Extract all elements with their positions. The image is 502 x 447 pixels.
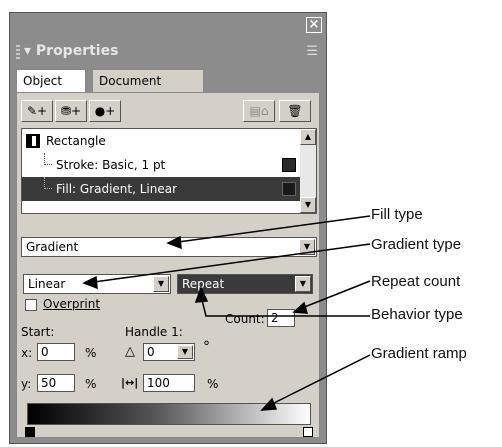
object-tab-content: ✎+ ⛃+ ●+ ▤⌂ 🗑 Rectangle Stroke: Basic, 1… (16, 92, 320, 438)
grip-icon[interactable] (16, 45, 20, 59)
trash-icon[interactable]: 🗑 (279, 100, 311, 122)
degree-label: ° (203, 339, 210, 355)
tab-document[interactable]: Document (92, 69, 204, 93)
properties-panel: × ▾ Properties ☰ Object Document ✎+ ⛃+ ●… (9, 12, 327, 444)
count-label: Count: (225, 312, 265, 326)
behavior-type-value: Repeat (182, 277, 225, 291)
list-item-stroke[interactable]: Stroke: Basic, 1 pt (22, 153, 302, 177)
list-item-label: Fill: Gradient, Linear (56, 182, 178, 196)
gradient-type-value: Linear (28, 277, 66, 291)
handle-label: Handle 1: (125, 325, 183, 339)
panel-title[interactable]: ▾ Properties (24, 43, 118, 59)
list-item-rectangle[interactable]: Rectangle (22, 129, 302, 153)
rectangle-object-icon (26, 134, 40, 148)
add-effect-button[interactable]: ●+ (89, 100, 121, 122)
percent-label: % (207, 377, 219, 391)
start-x-input[interactable]: 0 (37, 343, 75, 361)
percent-label: % (85, 346, 97, 360)
add-stroke-button[interactable]: ✎+ (21, 100, 53, 122)
close-icon[interactable]: × (306, 17, 322, 33)
attribute-toolbar: ✎+ ⛃+ ●+ ▤⌂ 🗑 (21, 100, 317, 122)
list-item-fill[interactable]: Fill: Gradient, Linear (22, 177, 302, 201)
y-label: y: (21, 377, 32, 391)
angle-icon: △ (125, 344, 135, 359)
angle-value: 0 (147, 345, 155, 359)
list-item-label: Rectangle (46, 134, 106, 148)
callout-gradient-ramp: Gradient ramp (371, 345, 467, 362)
add-fill-button[interactable]: ⛃+ (55, 100, 87, 122)
start-y-input[interactable]: 50 (37, 374, 75, 392)
gradient-type-select[interactable]: Linear ▼ (23, 274, 171, 294)
callout-gradient-type: Gradient type (371, 236, 462, 253)
tab-object[interactable]: Object (16, 69, 86, 94)
panel-header: ▾ Properties ☰ (10, 41, 326, 63)
gradient-ramp[interactable] (27, 403, 311, 425)
stroke-color-swatch[interactable] (282, 158, 296, 172)
fill-color-swatch[interactable] (282, 182, 296, 196)
percent-label: % (85, 377, 97, 391)
callout-repeat-count: Repeat count (371, 273, 461, 290)
remove-attribute-button[interactable]: ▤⌂ (243, 100, 275, 122)
length-icon: |↔| (121, 376, 139, 389)
start-label: Start: (21, 325, 55, 339)
scroll-down-icon[interactable]: ▼ (300, 197, 316, 213)
list-scrollbar[interactable]: ▲ ▼ (300, 129, 316, 213)
behavior-type-select[interactable]: Repeat ▼ (177, 274, 313, 294)
chevron-down-icon[interactable]: ▼ (295, 276, 311, 292)
overprint-checkbox[interactable] (25, 299, 37, 311)
chevron-down-icon[interactable]: ▼ (153, 276, 169, 292)
callout-behavior-type: Behavior type (371, 306, 463, 323)
overprint-label: Overprint (43, 297, 101, 311)
fill-type-select[interactable]: Gradient ▼ (21, 237, 317, 257)
x-label: x: (21, 346, 33, 360)
attribute-list: Rectangle Stroke: Basic, 1 pt Fill: Grad… (21, 128, 317, 214)
gradient-stop-white[interactable] (303, 427, 313, 437)
angle-input[interactable]: 0 ▼ (143, 343, 195, 361)
callout-fill-type: Fill type (371, 206, 423, 223)
tree-line (44, 177, 52, 189)
chevron-down-icon[interactable]: ▼ (299, 239, 315, 255)
tab-bar: Object Document (16, 69, 320, 94)
fill-type-value: Gradient (26, 240, 79, 254)
length-input[interactable]: 100 (143, 374, 195, 392)
gradient-stop-black[interactable] (25, 427, 35, 437)
scroll-up-icon[interactable]: ▲ (300, 129, 316, 145)
count-input[interactable]: 2 (267, 309, 295, 327)
tree-line (44, 153, 52, 165)
panel-menu-icon[interactable]: ☰ (306, 44, 318, 59)
list-item-label: Stroke: Basic, 1 pt (56, 158, 166, 172)
chevron-down-icon[interactable]: ▼ (177, 345, 193, 359)
panel-titlebar: × (10, 13, 326, 37)
